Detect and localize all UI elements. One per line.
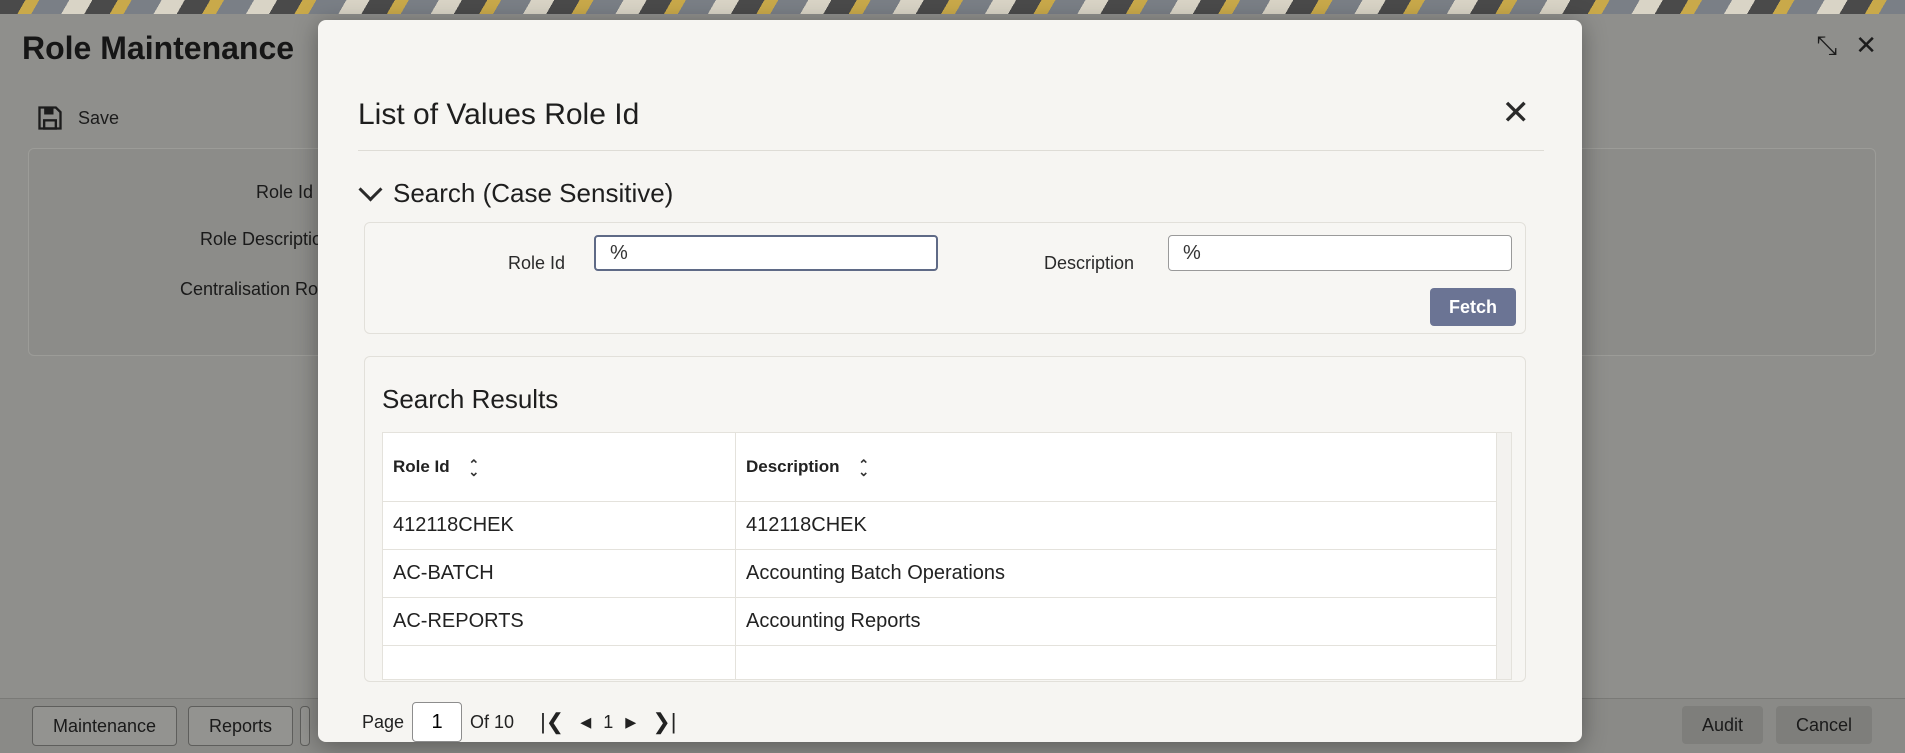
page-label: Page [362, 711, 405, 732]
results-table: Role Id ⌃ ⌄ Description ⌃ ⌄ 412118CHEK 412… [383, 433, 1497, 679]
description-cell[interactable]: Accounting Reports [735, 597, 1497, 646]
role-description-label: Role Descriptio [200, 229, 323, 249]
role-id-cell[interactable]: 412118CHEK [383, 501, 736, 550]
save-label: Save [78, 107, 120, 128]
first-page-icon[interactable]: |❮ [536, 709, 568, 735]
reports-button[interactable]: Reports [188, 706, 294, 746]
sort-icon[interactable]: ⌃ ⌄ [858, 458, 869, 478]
column-header-description[interactable]: Description ⌃ ⌄ [735, 433, 1497, 502]
table-header-row: Role Id ⌃ ⌄ Description ⌃ ⌄ [383, 433, 1497, 502]
results-heading: Search Results [382, 384, 559, 414]
description-label: Description [1044, 253, 1135, 273]
page-count-label: Of 10 [470, 711, 515, 732]
search-section-toggle[interactable]: Search (Case Sensitive) [358, 177, 674, 209]
current-page: 1 [603, 711, 614, 732]
lov-dialog: List of Values Role Id ✕ Search (Case Se… [318, 20, 1582, 742]
description-cell[interactable]: 412118CHEK [735, 501, 1497, 550]
maintenance-button[interactable]: Maintenance [32, 706, 178, 746]
cancel-button[interactable]: Cancel [1776, 706, 1873, 744]
role-id-label: Role Id [256, 182, 314, 202]
previous-page-icon[interactable]: ◂ [576, 709, 595, 735]
fetch-button[interactable]: Fetch [1430, 288, 1516, 326]
page-title: Role Maintenance [22, 30, 295, 66]
role-id-label: Role Id [508, 253, 566, 273]
description-input[interactable] [1168, 235, 1512, 271]
chevron-down-icon [358, 177, 383, 202]
column-label: Description [746, 457, 840, 476]
audit-button[interactable]: Audit [1682, 706, 1764, 744]
last-page-icon[interactable]: ❯| [648, 709, 680, 735]
column-label: Role Id [393, 457, 450, 476]
top-banner [0, 0, 1905, 14]
window-controls: ⤡ ✕ [1816, 32, 1877, 58]
page-number-input[interactable] [412, 702, 463, 742]
divider [358, 150, 1544, 151]
search-heading: Search (Case Sensitive) [393, 178, 674, 208]
sort-icon[interactable]: ⌃ ⌄ [468, 458, 479, 478]
role-id-input[interactable] [594, 235, 938, 271]
close-icon[interactable]: ✕ [1855, 32, 1877, 58]
table-row[interactable]: 412118CHEK 412118CHEK [383, 501, 1497, 550]
role-id-cell[interactable]: AC-REPORTS [383, 597, 736, 646]
role-id-cell[interactable]: AC-BATCH [383, 549, 736, 598]
description-cell[interactable] [735, 645, 1497, 679]
table-row[interactable]: AC-BATCH Accounting Batch Operations [383, 549, 1497, 598]
role-id-cell[interactable] [383, 645, 736, 679]
results-scrollbar[interactable] [1496, 433, 1511, 679]
results-table-container: Role Id ⌃ ⌄ Description ⌃ ⌄ 412118CHEK 412… [382, 432, 1512, 680]
minimize-icon[interactable]: ⤡ [1816, 32, 1837, 58]
pagination: Page Of 10 |❮ ◂ 1 ▸ ❯| [362, 702, 681, 742]
footer-button-partial[interactable] [300, 706, 310, 746]
table-row[interactable]: AC-REPORTS Accounting Reports [383, 597, 1497, 646]
dialog-title: List of Values Role Id [358, 98, 640, 131]
column-header-role-id[interactable]: Role Id ⌃ ⌄ [383, 433, 736, 502]
centralisation-label: Centralisation Ro [180, 279, 319, 299]
save-icon [38, 106, 62, 130]
table-row[interactable] [383, 645, 1497, 679]
description-cell[interactable]: Accounting Batch Operations [735, 549, 1497, 598]
close-icon[interactable]: ✕ [1502, 96, 1531, 130]
save-button[interactable]: Save [36, 104, 119, 132]
next-page-icon[interactable]: ▸ [621, 709, 640, 735]
